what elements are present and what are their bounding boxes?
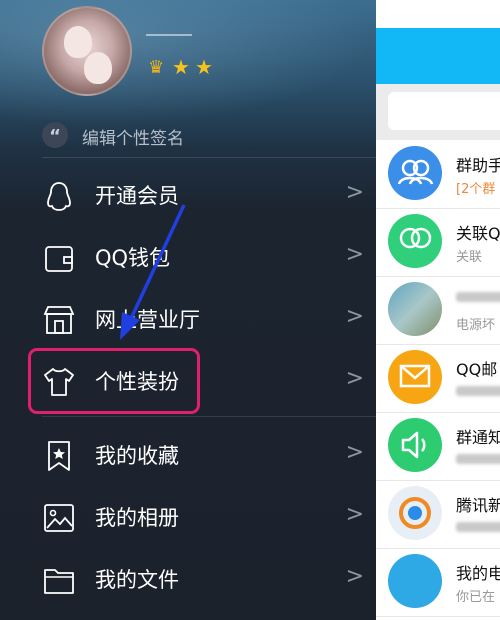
annotation-arrow-icon — [120, 204, 186, 340]
